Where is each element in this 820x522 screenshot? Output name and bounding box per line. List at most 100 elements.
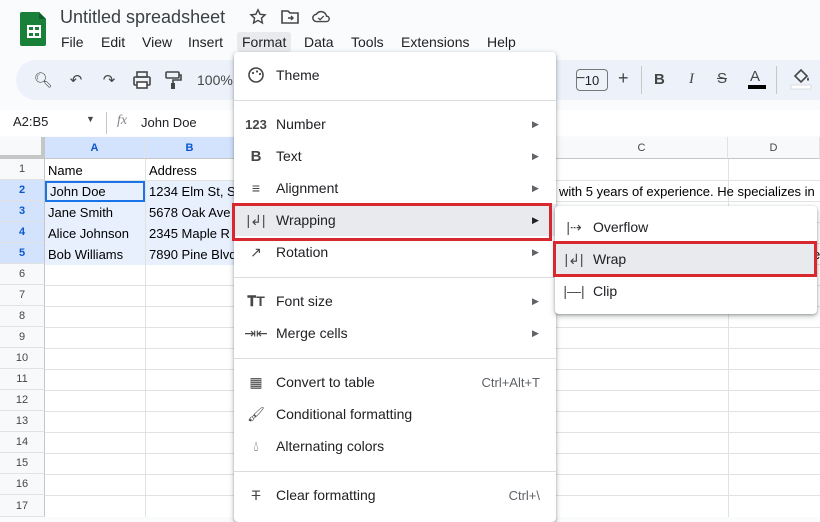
- submenu-item-clip[interactable]: |—| Clip: [555, 275, 817, 307]
- cell-overflow-text[interactable]: with 5 years of experience. He specializ…: [556, 181, 820, 202]
- menu-item-label: Rotation: [276, 244, 329, 260]
- undo-icon[interactable]: ↶: [65, 69, 87, 91]
- row-header-11[interactable]: 11: [0, 369, 45, 390]
- menu-item-clear-formatting[interactable]: T Clear formatting Ctrl+\: [234, 479, 556, 511]
- font-size-input[interactable]: 10: [576, 69, 608, 91]
- menu-item-conditional-formatting[interactable]: 🖌︎ Conditional formatting: [234, 398, 556, 430]
- cell-b3[interactable]: 5678 Oak Ave: [146, 202, 234, 223]
- document-title[interactable]: Untitled spreadsheet: [60, 7, 225, 28]
- row-header-1[interactable]: 1: [0, 159, 45, 180]
- menu-item-alternating-colors[interactable]: 💧︎ Alternating colors: [234, 430, 556, 462]
- zoom-select[interactable]: 100%: [197, 72, 233, 88]
- palette-icon: [248, 67, 264, 83]
- menu-item-label: Number: [276, 116, 326, 132]
- menu-format[interactable]: Format: [237, 32, 292, 52]
- bold-icon[interactable]: B: [654, 71, 665, 88]
- cell-a1[interactable]: Name: [45, 160, 145, 181]
- menu-item-label: Merge cells: [276, 325, 348, 341]
- menu-item-convert-to-table[interactable]: ▦ Convert to table Ctrl+Alt+T: [234, 366, 556, 398]
- cell-a3[interactable]: Jane Smith: [45, 202, 145, 223]
- row-header-15[interactable]: 15: [0, 453, 45, 474]
- cell-b5[interactable]: 7890 Pine Blvd: [146, 244, 234, 265]
- menu-item-label: Convert to table: [276, 374, 375, 390]
- menu-divider: [234, 358, 556, 359]
- row-header-3[interactable]: 3: [0, 201, 45, 222]
- cell-a5[interactable]: Bob Williams: [45, 244, 145, 265]
- row-header-14[interactable]: 14: [0, 432, 45, 453]
- menu-extensions[interactable]: Extensions: [396, 32, 474, 52]
- menu-item-text[interactable]: B Text ▶: [234, 140, 556, 172]
- menu-tools[interactable]: Tools: [346, 32, 389, 52]
- menu-item-label: Alternating colors: [276, 438, 385, 454]
- fill-color-icon[interactable]: [790, 66, 812, 90]
- cell-b1[interactable]: Address: [146, 160, 234, 181]
- column-header-d[interactable]: D: [728, 137, 820, 159]
- row-header-10[interactable]: 10: [0, 348, 45, 369]
- toolbar-divider: [641, 66, 642, 94]
- clip-icon: |—|: [563, 283, 585, 299]
- submenu-item-overflow[interactable]: |⇢ Overflow: [555, 211, 817, 243]
- formula-input[interactable]: John Doe: [141, 115, 197, 130]
- row-header-12[interactable]: 12: [0, 390, 45, 411]
- toolbar-divider: [776, 66, 777, 94]
- menu-help[interactable]: Help: [482, 32, 521, 52]
- shortcut-label: Ctrl+\: [508, 487, 540, 503]
- row-header-13[interactable]: 13: [0, 411, 45, 432]
- menu-view[interactable]: View: [137, 32, 177, 52]
- star-icon[interactable]: [248, 8, 268, 26]
- row-header-6[interactable]: 6: [0, 264, 45, 285]
- select-all-corner[interactable]: [0, 137, 45, 159]
- menu-item-alignment[interactable]: ≡ Alignment ▶: [234, 172, 556, 204]
- merge-icon: ⇥⇤: [244, 324, 268, 341]
- menu-item-label: Conditional formatting: [276, 406, 413, 422]
- menu-edit[interactable]: Edit: [96, 32, 130, 52]
- italic-icon[interactable]: I: [689, 71, 694, 88]
- menu-data[interactable]: Data: [299, 32, 339, 52]
- cell-a2[interactable]: John Doe: [45, 181, 145, 202]
- row-header-7[interactable]: 7: [0, 285, 45, 306]
- strikethrough-icon[interactable]: S: [717, 70, 727, 87]
- row-header-4[interactable]: 4: [0, 222, 45, 243]
- submenu-arrow-icon: ▶: [532, 150, 539, 161]
- increase-font-icon[interactable]: +: [618, 68, 629, 89]
- row-header-5[interactable]: 5: [0, 243, 45, 264]
- menu-item-label: Text: [276, 148, 302, 164]
- row-header-2[interactable]: 2: [0, 180, 45, 201]
- row-header-16[interactable]: 16: [0, 474, 45, 495]
- shortcut-label: Ctrl+Alt+T: [481, 374, 540, 390]
- menu-item-rotation[interactable]: ↗ Rotation ▶: [234, 236, 556, 268]
- print-icon[interactable]: [131, 69, 153, 91]
- menu-item-label: Font size: [276, 293, 333, 309]
- sheets-logo-icon[interactable]: [20, 10, 48, 46]
- menu-item-merge-cells[interactable]: ⇥⇤ Merge cells ▶: [234, 317, 556, 349]
- search-menus-icon[interactable]: 🔍︎: [32, 69, 54, 91]
- redo-icon[interactable]: ↷: [98, 69, 120, 91]
- cell-b2[interactable]: 1234 Elm St, S: [146, 181, 234, 202]
- clear-format-icon: T: [251, 487, 261, 503]
- column-header-a[interactable]: A: [45, 137, 145, 159]
- menu-item-theme[interactable]: Theme: [234, 59, 556, 91]
- menu-file[interactable]: File: [56, 32, 89, 52]
- submenu-item-label: Clip: [593, 283, 618, 299]
- row-header-17[interactable]: 17: [0, 495, 45, 517]
- move-folder-icon[interactable]: [280, 8, 300, 26]
- menu-item-number[interactable]: 123 Number ▶: [234, 108, 556, 140]
- name-box[interactable]: A2:B5: [13, 114, 48, 129]
- paint-format-icon[interactable]: [162, 69, 184, 91]
- column-header-b[interactable]: B: [145, 137, 235, 159]
- row-header-8[interactable]: 8: [0, 306, 45, 327]
- menu-item-label: Theme: [276, 67, 320, 83]
- cell-a4[interactable]: Alice Johnson: [45, 223, 145, 244]
- name-box-dropdown-icon[interactable]: ▼: [86, 114, 95, 124]
- formula-divider: [106, 112, 107, 134]
- column-header-c[interactable]: C: [556, 137, 728, 159]
- menu-insert[interactable]: Insert: [183, 32, 228, 52]
- menu-divider: [234, 277, 556, 278]
- text-color-icon[interactable]: A: [748, 68, 766, 89]
- conditional-format-icon: 🖌︎: [247, 405, 265, 422]
- rotation-icon: ↗: [250, 243, 262, 260]
- cloud-status-icon[interactable]: [311, 8, 331, 26]
- row-header-9[interactable]: 9: [0, 327, 45, 348]
- cell-b4[interactable]: 2345 Maple R: [146, 223, 234, 244]
- menu-item-font-size[interactable]: 𝐓T Font size ▶: [234, 285, 556, 317]
